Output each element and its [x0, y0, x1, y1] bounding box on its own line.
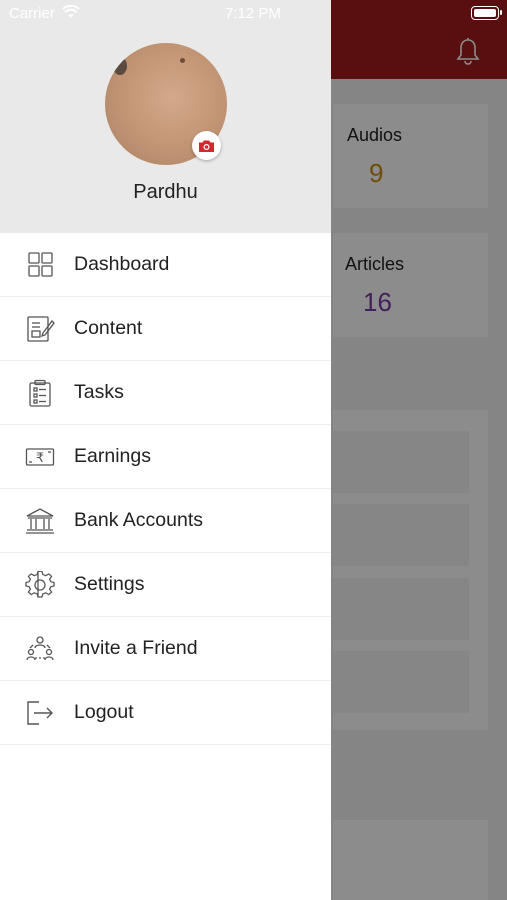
menu-item-settings[interactable]: Settings [0, 553, 331, 617]
menu-item-logout[interactable]: Logout [0, 681, 331, 745]
camera-icon [199, 140, 214, 152]
tasks-icon [29, 379, 51, 407]
wifi-icon [62, 5, 80, 18]
menu-label: Invite a Friend [74, 637, 198, 659]
navigation-drawer: Pardhu Dashboard Content Tasks ₹ Earning… [0, 0, 331, 900]
invite-icon [26, 636, 54, 661]
drawer-menu: Dashboard Content Tasks ₹ Earnings Bank … [0, 233, 331, 745]
menu-item-earnings[interactable]: ₹ Earnings [0, 425, 331, 489]
menu-label: Tasks [74, 381, 124, 403]
menu-item-tasks[interactable]: Tasks [0, 361, 331, 425]
menu-label: Bank Accounts [74, 509, 203, 531]
menu-label: Logout [74, 701, 134, 723]
user-name: Pardhu [133, 181, 198, 203]
status-time: 7:12 PM [225, 5, 281, 22]
content-icon [27, 316, 55, 342]
menu-item-dashboard[interactable]: Dashboard [0, 233, 331, 297]
svg-text:₹: ₹ [36, 451, 44, 466]
drawer-header: Pardhu [0, 0, 331, 233]
logout-icon [27, 701, 53, 725]
carrier-label: Carrier [9, 5, 55, 22]
gear-icon [25, 571, 55, 598]
status-bar: Carrier 7:12 PM [0, 0, 507, 26]
bank-icon [26, 508, 54, 534]
change-photo-button[interactable] [192, 131, 221, 160]
menu-label: Dashboard [74, 253, 170, 275]
menu-label: Earnings [74, 445, 151, 467]
menu-label: Content [74, 317, 143, 339]
earnings-icon: ₹ [25, 448, 55, 466]
menu-label: Settings [74, 573, 145, 595]
battery-icon [471, 6, 502, 20]
menu-item-bank-accounts[interactable]: Bank Accounts [0, 489, 331, 553]
menu-item-invite-friend[interactable]: Invite a Friend [0, 617, 331, 681]
dashboard-icon [28, 252, 53, 277]
menu-item-content[interactable]: Content [0, 297, 331, 361]
